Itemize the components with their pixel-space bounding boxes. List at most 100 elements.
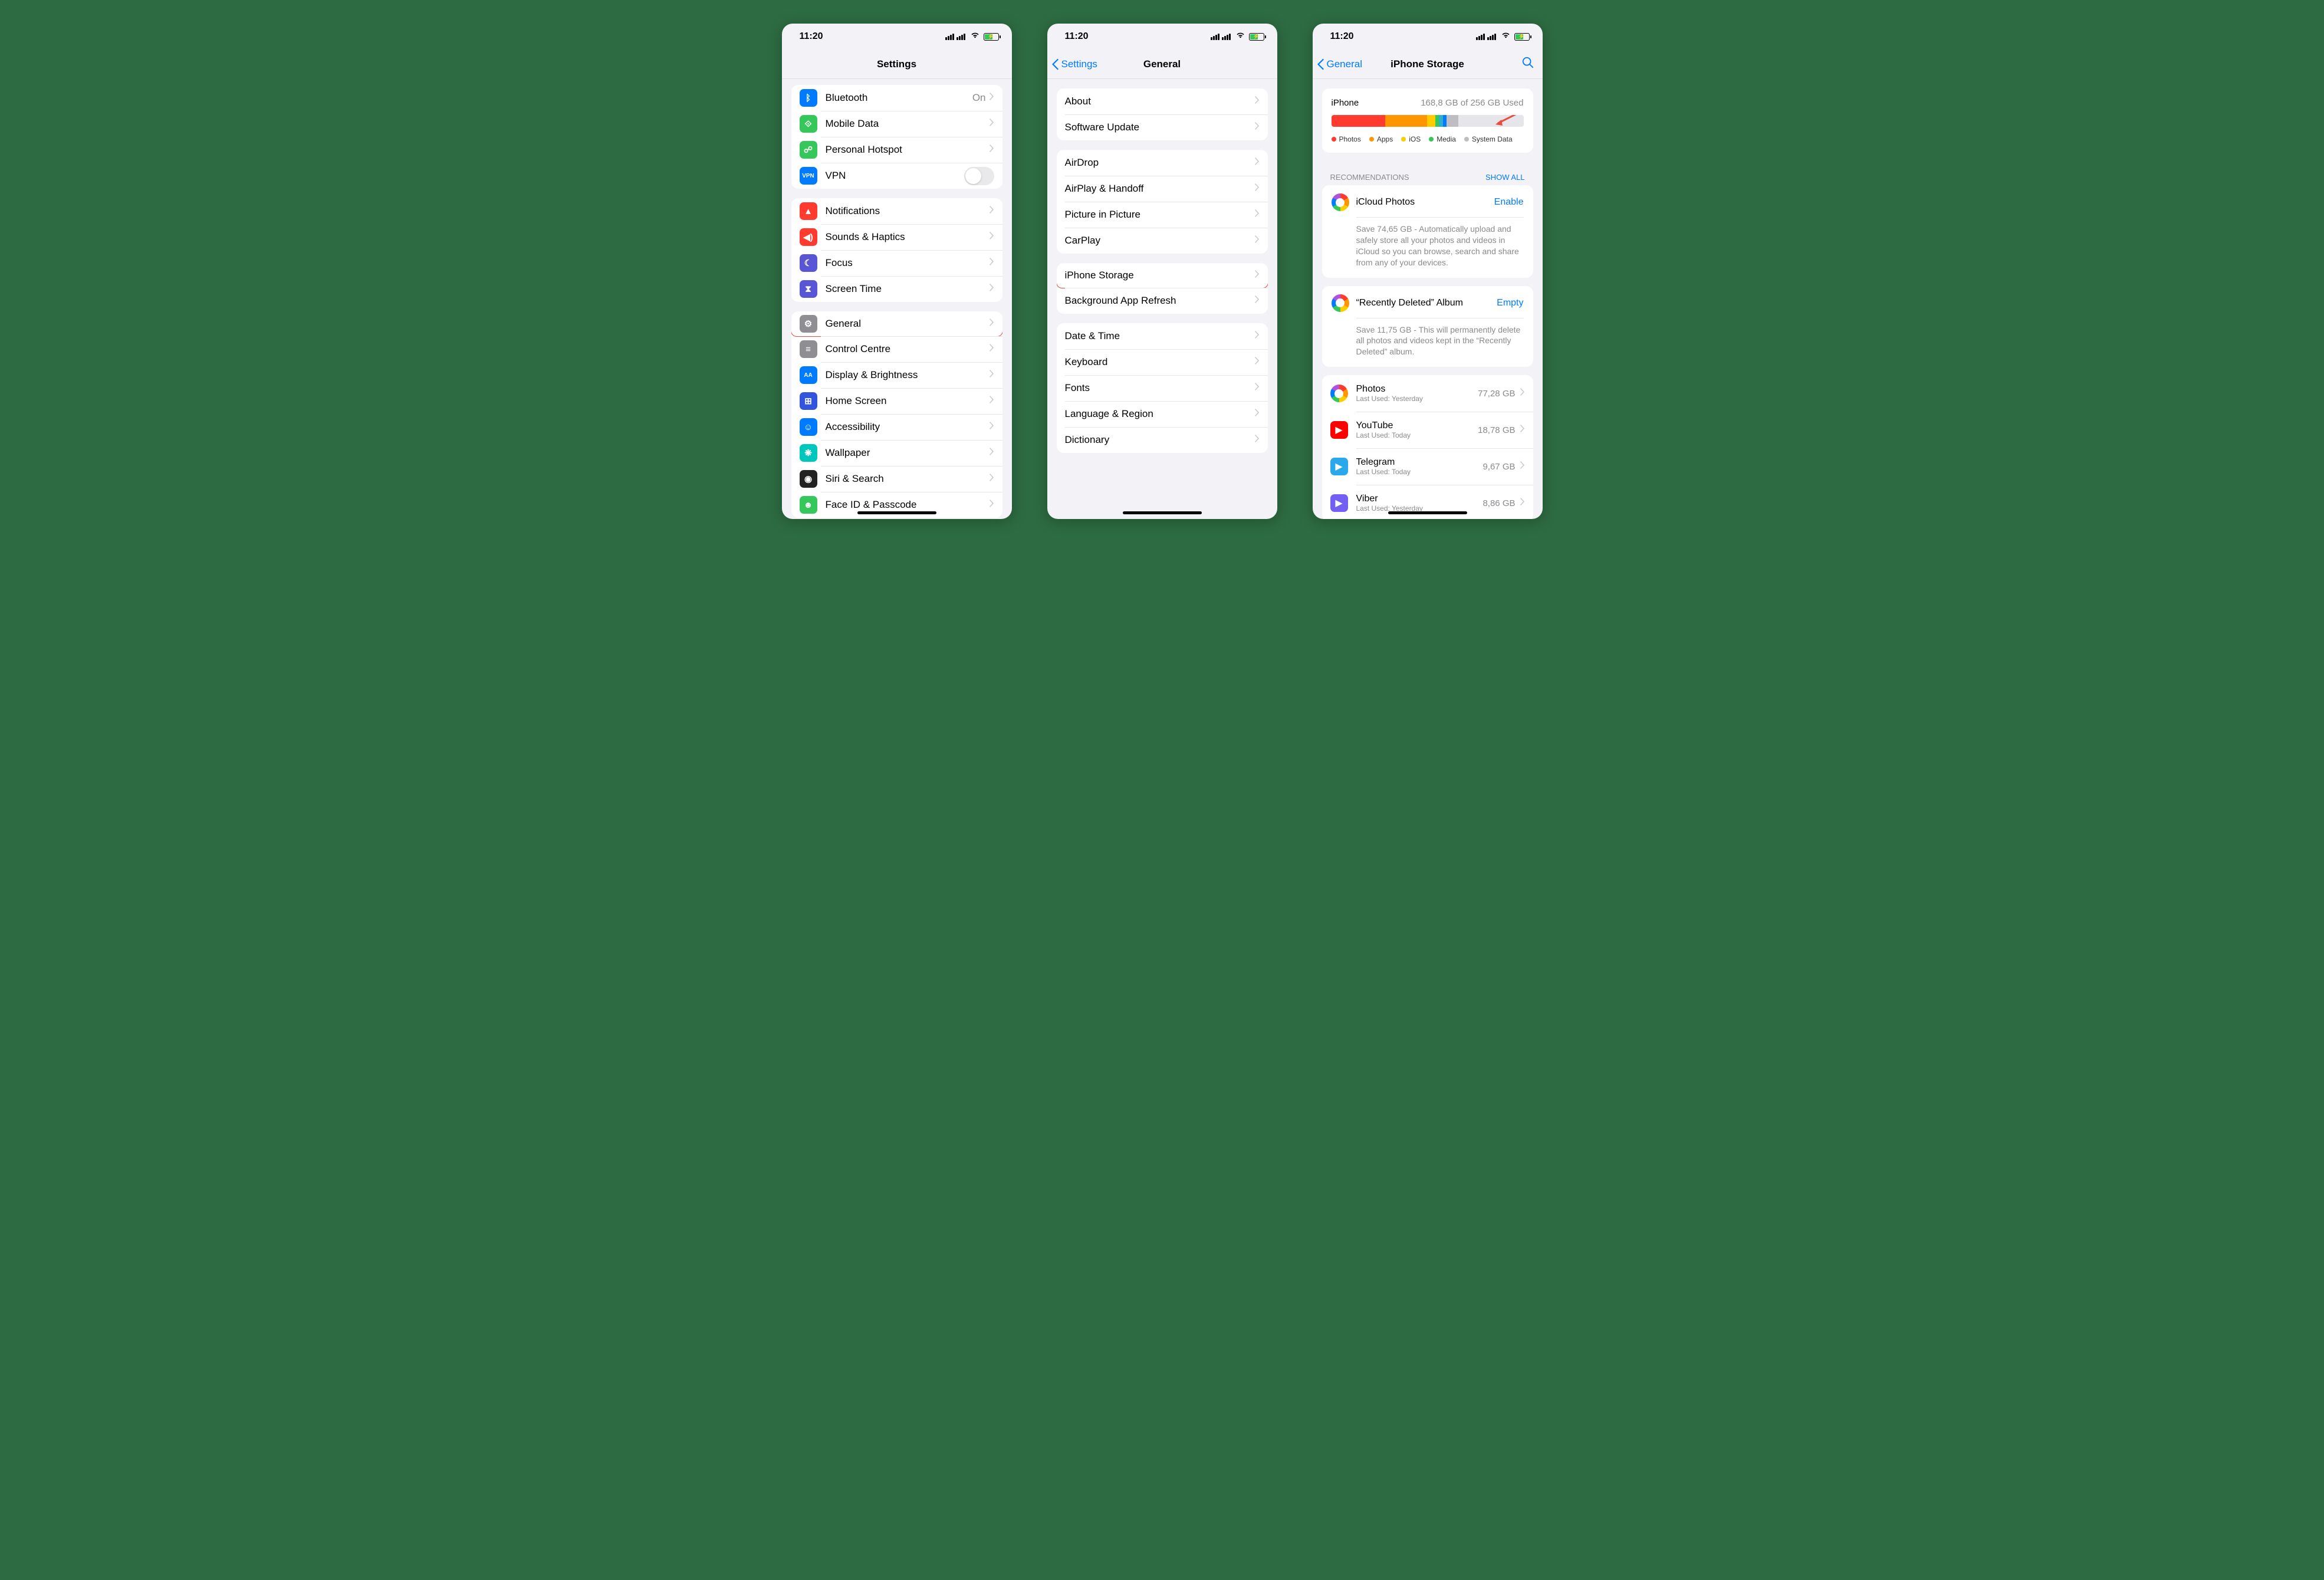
settings-row-focus[interactable]: ☾Focus [791,250,1002,276]
show-all-button[interactable]: SHOW ALL [1485,173,1524,182]
row-about[interactable]: About [1057,88,1268,114]
row-label: Notifications [826,205,990,217]
storage-content[interactable]: iPhone 168,8 GB of 256 GB Used PhotosApp… [1313,79,1543,519]
storage-summary-card: iPhone 168,8 GB of 256 GB Used PhotosApp… [1322,88,1533,153]
back-button[interactable]: Settings [1052,58,1097,70]
legend-dot-icon [1401,137,1406,142]
row-label: Dictionary [1065,434,1255,446]
battery-icon: ⚡ [984,33,999,41]
row-airplay-handoff[interactable]: AirPlay & Handoff [1057,176,1268,202]
chevron-right-icon [1255,295,1260,306]
settings-row-general[interactable]: ⚙ General [791,311,1002,337]
settings-row-mobile-data[interactable]: ⟐Mobile Data [791,111,1002,137]
general-list[interactable]: AboutSoftware Update AirDrop AirPlay & Ha… [1047,79,1277,519]
legend-dot-icon [1369,137,1374,142]
status-time: 11:20 [1330,31,1354,42]
back-button[interactable]: General [1317,58,1362,70]
chevron-right-icon [990,448,994,458]
recommendation-action-button[interactable]: Enable [1494,197,1524,208]
home-indicator[interactable] [1388,511,1467,514]
app-name: YouTube [1356,421,1478,431]
settings-row-notifications[interactable]: ▲Notifications [791,198,1002,224]
app-name: Telegram [1356,457,1483,468]
ant-icon: ⟐ [800,115,817,133]
status-indicators: ⚡ [1476,31,1530,42]
chevron-right-icon [1255,157,1260,168]
spk-icon: ◀) [800,228,817,246]
row-airdrop[interactable]: AirDrop [1057,150,1268,176]
recommendations-header: RECOMMENDATIONS SHOW ALL [1313,162,1543,185]
row-picture-in-picture[interactable]: Picture in Picture [1057,202,1268,228]
row-label: Personal Hotspot [826,144,990,156]
row-label: Focus [826,257,990,269]
grid-icon: ⊞ [800,392,817,410]
legend-dot-icon [1464,137,1469,142]
row-label: AirDrop [1065,157,1255,169]
row-keyboard[interactable]: Keyboard [1057,349,1268,375]
recommendation-description: Save 11,75 GB - This will permanently de… [1356,318,1524,358]
settings-row-vpn[interactable]: VPNVPN [791,163,1002,189]
search-button[interactable] [1521,56,1534,72]
settings-row-siri-search[interactable]: ◉Siri & Search [791,466,1002,492]
row-dictionary[interactable]: Dictionary [1057,427,1268,453]
settings-row-screen-time[interactable]: ⧗Screen Time [791,276,1002,302]
battery-icon: ⚡ [1514,33,1530,41]
recommendations-label: RECOMMENDATIONS [1330,173,1409,182]
page-title: Settings [877,58,916,70]
nav-bar: Settings General [1047,50,1277,79]
app-row-telegram[interactable]: ▶TelegramLast Used: Today9,67 GB [1322,448,1533,485]
cellular-icon-2 [1222,33,1233,40]
legend-item: System Data [1464,135,1513,143]
home-indicator[interactable] [857,511,936,514]
row-label: Sounds & Haptics [826,231,990,243]
row-fonts[interactable]: Fonts [1057,375,1268,401]
row-language-region[interactable]: Language & Region [1057,401,1268,427]
app-row-photos[interactable]: PhotosLast Used: Yesterday77,28 GB [1322,375,1533,412]
app-icon: ▶ [1330,494,1348,512]
settings-row-control-centre[interactable]: ≡Control Centre [791,336,1002,362]
chevron-right-icon [1255,183,1260,194]
row-background-app-refresh[interactable]: Background App Refresh [1057,288,1268,314]
chevron-right-icon [1255,122,1260,133]
chevron-right-icon [1255,209,1260,220]
screen-settings: 11:20 ⚡ Settings ᛒBluetoothOn⟐Mobile Dat… [782,24,1012,519]
legend-dot-icon [1332,137,1336,142]
settings-list[interactable]: ᛒBluetoothOn⟐Mobile Data☍Personal Hotspo… [782,79,1012,519]
settings-row-display-brightness[interactable]: AADisplay & Brightness [791,362,1002,388]
chevron-right-icon [990,206,994,216]
chevron-right-icon [990,144,994,155]
app-last-used: Last Used: Today [1356,431,1478,439]
bt-icon: ᛒ [800,89,817,107]
photos-icon [1332,193,1349,211]
home-indicator[interactable] [1123,511,1202,514]
app-icon: ▶ [1330,458,1348,475]
toggle-switch[interactable] [964,167,994,185]
nav-bar: General iPhone Storage [1313,50,1543,79]
wall-icon: ❋ [800,444,817,462]
settings-row-bluetooth[interactable]: ᛒBluetoothOn [791,85,1002,111]
row-value: On [972,92,986,104]
app-row-youtube[interactable]: ▶YouTubeLast Used: Today18,78 GB [1322,412,1533,448]
chevron-right-icon [1520,461,1525,472]
row-label: General [826,318,990,330]
gear-icon: ⚙ [800,315,817,333]
row-carplay[interactable]: CarPlay [1057,228,1268,254]
row-date-time[interactable]: Date & Time [1057,323,1268,349]
settings-row-home-screen[interactable]: ⊞ Home Screen [791,388,1002,414]
settings-row-personal-hotspot[interactable]: ☍Personal Hotspot [791,137,1002,163]
row-label: Home Screen [826,395,990,407]
recommendation-card: iCloud PhotosEnableSave 74,65 GB - Autom… [1322,185,1533,278]
row-iphone-storage[interactable]: iPhone Storage [1057,263,1268,288]
recommendation-action-button[interactable]: Empty [1497,298,1523,308]
chevron-right-icon [990,396,994,406]
chevron-right-icon [990,258,994,268]
row-label: Background App Refresh [1065,295,1255,307]
row-software-update[interactable]: Software Update [1057,114,1268,140]
settings-row-sounds-haptics[interactable]: ◀) Sounds & Haptics [791,224,1002,250]
back-label: General [1327,58,1362,70]
app-last-used: Last Used: Today [1356,468,1483,476]
settings-row-accessibility[interactable]: ☺Accessibility [791,414,1002,440]
cellular-icon-2 [956,33,968,40]
recommendation-card: “Recently Deleted” AlbumEmptySave 11,75 … [1322,286,1533,367]
settings-row-wallpaper[interactable]: ❋Wallpaper [791,440,1002,466]
